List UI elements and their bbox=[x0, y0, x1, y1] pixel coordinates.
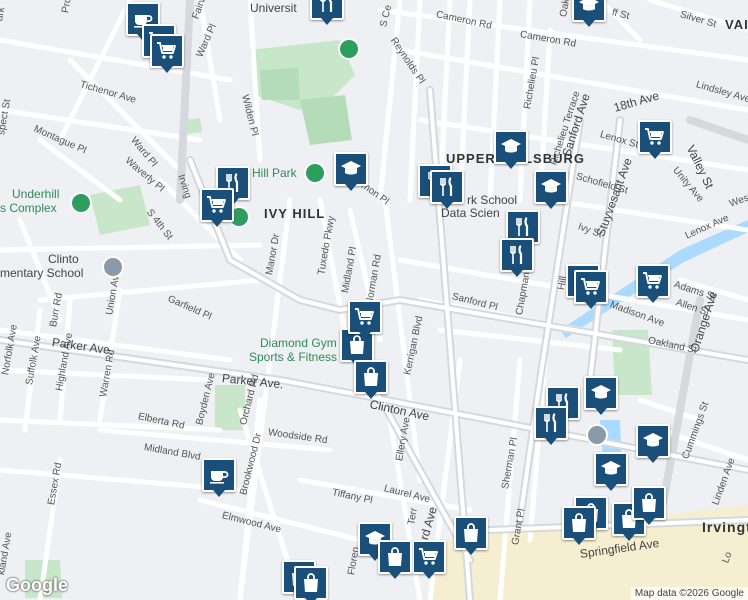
school-marker[interactable] bbox=[594, 452, 628, 491]
bag-icon bbox=[364, 367, 378, 386]
place-label-diamond-1: Diamond Gym bbox=[260, 336, 337, 350]
coffee-marker[interactable] bbox=[202, 458, 236, 497]
restaurant-marker[interactable] bbox=[500, 238, 534, 277]
cart-icon bbox=[419, 548, 438, 565]
place-label-underhill-2: s Complex bbox=[0, 201, 57, 215]
park-poi[interactable] bbox=[338, 38, 360, 60]
bag-icon bbox=[572, 513, 586, 532]
google-logo: Google bbox=[6, 575, 68, 595]
grocery-marker[interactable] bbox=[348, 300, 382, 339]
map-canvas[interactable]: IVY HILL UPPER VAILSBURG Irvingt VAIL Un… bbox=[0, 0, 748, 600]
cart-icon bbox=[355, 308, 374, 325]
cart-icon bbox=[157, 42, 176, 59]
restaurant-marker[interactable] bbox=[534, 406, 568, 445]
area-label-ivy-hill: IVY HILL bbox=[264, 206, 326, 221]
restaurant-marker[interactable] bbox=[430, 170, 464, 209]
park-poi[interactable] bbox=[70, 192, 92, 214]
shopping-marker[interactable] bbox=[454, 516, 488, 555]
shopping-marker[interactable] bbox=[632, 486, 666, 525]
school-icon bbox=[591, 385, 611, 399]
park-areas bbox=[25, 40, 652, 598]
place-label-newark-1: rk School bbox=[467, 193, 518, 207]
school-marker[interactable] bbox=[334, 152, 368, 191]
grocery-marker[interactable] bbox=[574, 270, 608, 309]
school-icon bbox=[579, 0, 599, 11]
shopping-marker[interactable] bbox=[378, 540, 412, 579]
school-icon bbox=[643, 433, 663, 447]
shopping-marker[interactable] bbox=[294, 566, 328, 600]
place-label-university: Universit bbox=[250, 1, 297, 15]
area-label-vail: VAIL bbox=[725, 17, 748, 32]
bag-icon bbox=[642, 493, 656, 512]
grocery-marker[interactable] bbox=[412, 540, 446, 579]
school-icon bbox=[341, 161, 361, 175]
cart-icon bbox=[581, 278, 600, 295]
map-attribution: Map data ©2026 Google bbox=[630, 587, 748, 600]
bag-icon bbox=[388, 547, 402, 566]
place-label-hill-park: Hill Park bbox=[252, 166, 297, 180]
park-poi[interactable] bbox=[304, 162, 326, 184]
school-icon bbox=[601, 461, 621, 475]
grocery-marker[interactable] bbox=[636, 264, 670, 303]
coffee-icon bbox=[210, 471, 229, 484]
cart-icon bbox=[643, 272, 662, 289]
place-label-clinton-2: mentary School bbox=[0, 266, 84, 280]
grocery-marker[interactable] bbox=[200, 188, 234, 227]
cart-icon bbox=[645, 128, 664, 145]
school-marker[interactable] bbox=[636, 424, 670, 463]
grocery-marker[interactable] bbox=[638, 120, 672, 159]
grocery-marker[interactable] bbox=[150, 34, 184, 73]
school-poi[interactable] bbox=[586, 424, 608, 446]
school-poi[interactable] bbox=[102, 256, 124, 278]
shopping-marker[interactable] bbox=[354, 360, 388, 399]
bag-icon bbox=[464, 523, 478, 542]
utensils-icon bbox=[320, 0, 333, 12]
utensils-icon bbox=[440, 177, 453, 196]
school-marker[interactable] bbox=[534, 170, 568, 209]
school-icon bbox=[541, 179, 561, 193]
bag-icon bbox=[304, 573, 318, 592]
area-label-irvington: Irvingt bbox=[702, 519, 748, 535]
school-marker[interactable] bbox=[572, 0, 606, 27]
restaurant-marker[interactable] bbox=[310, 0, 344, 25]
school-marker[interactable] bbox=[584, 376, 618, 415]
school-icon bbox=[501, 139, 521, 153]
place-label-underhill-1: Underhill bbox=[12, 187, 60, 201]
utensils-icon bbox=[510, 245, 523, 264]
school-marker[interactable] bbox=[494, 130, 528, 169]
cart-icon bbox=[207, 196, 226, 213]
shopping-marker[interactable] bbox=[562, 506, 596, 545]
place-label-diamond-2: Sports & Fitness bbox=[249, 350, 338, 364]
utensils-icon bbox=[544, 413, 557, 432]
place-label-clinton-1: Clinto bbox=[48, 252, 79, 266]
utensils-icon bbox=[516, 217, 529, 236]
